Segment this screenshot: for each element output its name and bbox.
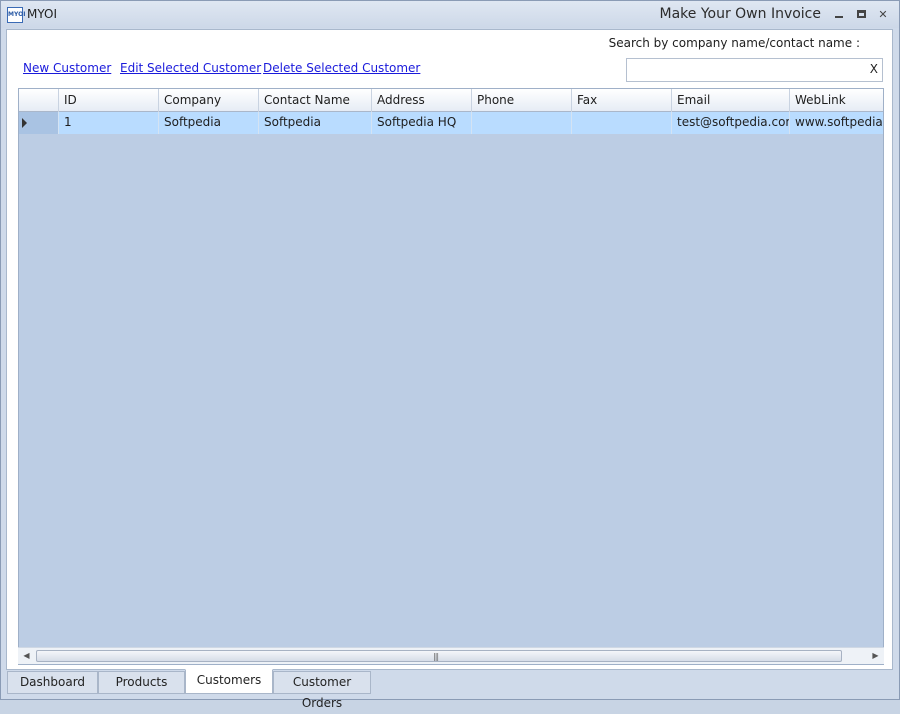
column-header-contact-name[interactable]: Contact Name	[259, 89, 372, 112]
tab-customer-orders[interactable]: Customer Orders	[273, 671, 371, 710]
horizontal-scrollbar[interactable]: ◀ ||| ▶	[18, 647, 884, 664]
grid-header: ID Company Contact Name Address Phone Fa…	[19, 89, 883, 112]
row-header[interactable]	[19, 112, 59, 134]
search-label: Search by company name/contact name :	[608, 36, 860, 50]
scroll-right-icon[interactable]: ▶	[867, 648, 884, 664]
cell-weblink[interactable]: www.softpedia.com	[790, 112, 883, 134]
tab-bar: Dashboard Products Customers Customer Or…	[6, 669, 893, 710]
scroll-left-icon[interactable]: ◀	[18, 648, 35, 664]
search-box: X	[626, 58, 883, 82]
title-bar[interactable]: MYOI MYOI Make Your Own Invoice ✕	[1, 1, 899, 28]
window-title: Make Your Own Invoice	[659, 6, 821, 22]
column-header-weblink[interactable]: WebLink	[790, 89, 883, 112]
cell-id[interactable]: 1	[59, 112, 159, 134]
edit-customer-link[interactable]: Edit Selected Customer	[120, 61, 261, 75]
cell-contact-name[interactable]: Softpedia	[259, 112, 372, 134]
scroll-thumb[interactable]: |||	[36, 650, 842, 662]
new-customer-link[interactable]: New Customer	[23, 61, 111, 75]
search-input[interactable]	[629, 61, 859, 79]
cell-address[interactable]: Softpedia HQ	[372, 112, 472, 134]
tab-customers[interactable]: Customers	[185, 669, 273, 694]
tab-products[interactable]: Products	[98, 671, 185, 694]
app-icon: MYOI	[7, 7, 25, 23]
cell-email[interactable]: test@softpedia.com	[672, 112, 790, 134]
column-header-email[interactable]: Email	[672, 89, 790, 112]
cell-company[interactable]: Softpedia	[159, 112, 259, 134]
scroll-grip-icon: |||	[433, 652, 439, 661]
app-name: MYOI	[27, 7, 58, 21]
table-row[interactable]: 1 Softpedia Softpedia Softpedia HQ test@…	[19, 112, 883, 134]
search-clear-button[interactable]: X	[870, 62, 878, 76]
current-row-arrow-icon	[22, 118, 27, 128]
delete-customer-link[interactable]: Delete Selected Customer	[263, 61, 420, 75]
customers-panel: Search by company name/contact name : X …	[6, 29, 893, 670]
cell-phone[interactable]	[472, 112, 572, 134]
main-window: MYOI MYOI Make Your Own Invoice ✕ Search…	[0, 0, 900, 710]
column-header-fax[interactable]: Fax	[572, 89, 672, 112]
tab-dashboard[interactable]: Dashboard	[7, 671, 98, 694]
column-header-phone[interactable]: Phone	[472, 89, 572, 112]
column-header-address[interactable]: Address	[372, 89, 472, 112]
column-header-id[interactable]: ID	[59, 89, 159, 112]
cell-fax[interactable]	[572, 112, 672, 134]
column-header-company[interactable]: Company	[159, 89, 259, 112]
minimize-icon[interactable]	[831, 7, 847, 23]
customers-grid[interactable]: ID Company Contact Name Address Phone Fa…	[18, 88, 884, 665]
row-header-corner	[19, 89, 59, 112]
maximize-icon[interactable]	[853, 7, 869, 23]
close-icon[interactable]: ✕	[875, 7, 891, 23]
